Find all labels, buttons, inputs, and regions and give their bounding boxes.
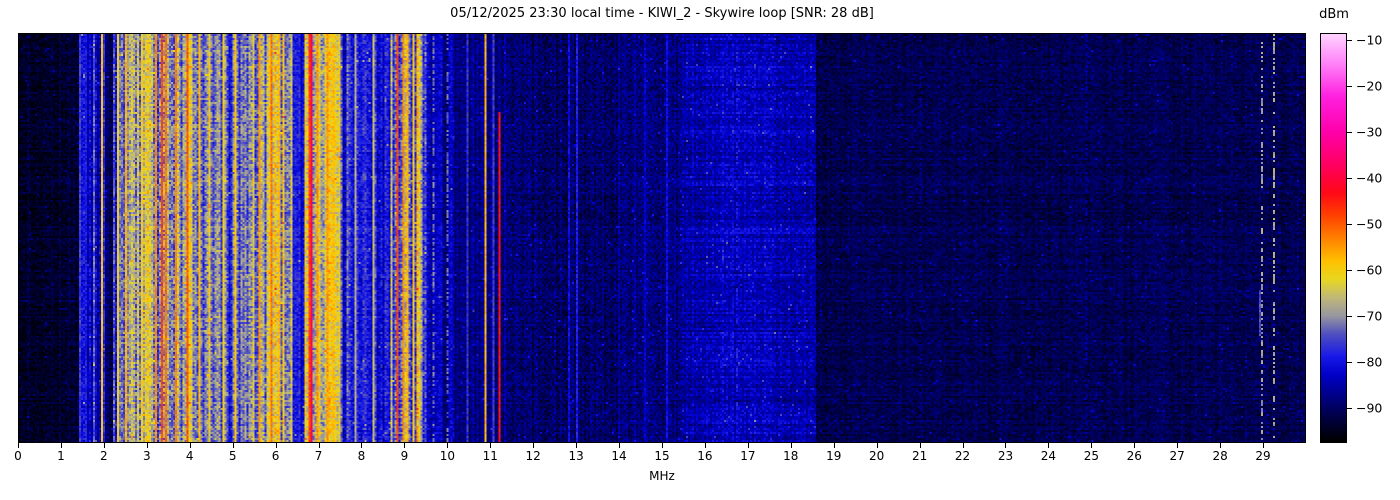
- colorbar-tick-label: −30: [1356, 124, 1383, 140]
- x-tick: [790, 443, 792, 448]
- x-tick: [1220, 443, 1222, 448]
- x-tick-label: 6: [271, 449, 280, 463]
- x-tick-label: 15: [654, 449, 670, 463]
- x-tick-label: 29: [1255, 449, 1271, 463]
- x-tick: [447, 443, 449, 448]
- x-tick-label: 20: [869, 449, 885, 463]
- x-tick-label: 16: [697, 449, 713, 463]
- x-axis-label: MHz: [649, 469, 675, 483]
- colorbar-label: dBm: [1319, 7, 1349, 22]
- x-tick-label: 22: [954, 449, 971, 463]
- x-tick-label: 21: [911, 449, 928, 463]
- plot-frame: [18, 33, 1306, 443]
- x-tick-label: 24: [1040, 449, 1057, 463]
- x-tick-label: 5: [228, 449, 237, 463]
- spectrogram-figure: 05/12/2025 23:30 local time - KIWI_2 - S…: [0, 0, 1400, 500]
- colorbar-tick-label: −50: [1356, 216, 1383, 232]
- x-tick-label: 17: [740, 449, 756, 463]
- x-tick: [232, 443, 234, 448]
- x-tick-label: 8: [357, 449, 366, 463]
- colorbar-tick: [1347, 39, 1352, 41]
- x-tick-label: 1: [57, 449, 65, 463]
- x-tick: [1134, 443, 1136, 448]
- colorbar-tick-label: −70: [1356, 308, 1383, 324]
- x-tick: [1177, 443, 1179, 448]
- x-tick: [404, 443, 406, 448]
- x-tick-label: 27: [1169, 449, 1185, 463]
- x-tick-label: 11: [482, 449, 498, 463]
- x-tick-label: 25: [1083, 449, 1099, 463]
- colorbar: [1320, 33, 1347, 443]
- x-tick-label: 7: [314, 449, 323, 463]
- x-tick-label: 23: [997, 449, 1014, 463]
- colorbar-tick: [1347, 85, 1352, 87]
- x-tick-label: 18: [783, 449, 799, 463]
- x-tick: [876, 443, 878, 448]
- x-tick: [60, 443, 62, 448]
- x-tick: [533, 443, 535, 448]
- x-tick-label: 14: [611, 449, 627, 463]
- x-tick: [962, 443, 964, 448]
- colorbar-tick: [1347, 408, 1352, 410]
- x-tick-label: 19: [826, 449, 842, 463]
- colorbar-tick: [1347, 270, 1352, 272]
- colorbar-tick: [1347, 132, 1352, 134]
- x-tick: [490, 443, 492, 448]
- x-tick-label: 3: [142, 449, 151, 463]
- x-tick-label: 4: [185, 449, 194, 463]
- x-tick: [1091, 443, 1093, 448]
- colorbar-tick: [1347, 224, 1352, 226]
- x-tick: [146, 443, 148, 448]
- x-tick: [1005, 443, 1007, 448]
- x-tick-label: 9: [400, 449, 409, 463]
- chart-title: 05/12/2025 23:30 local time - KIWI_2 - S…: [450, 6, 874, 21]
- x-tick: [275, 443, 277, 448]
- x-tick: [576, 443, 578, 448]
- x-tick: [18, 443, 19, 448]
- x-tick: [1048, 443, 1050, 448]
- x-tick: [747, 443, 749, 448]
- colorbar-tick-label: −90: [1356, 400, 1383, 416]
- x-tick-label: 0: [14, 449, 22, 463]
- x-tick-label: 12: [525, 449, 541, 463]
- x-tick: [361, 443, 363, 448]
- colorbar-tick-label: −10: [1356, 32, 1383, 48]
- colorbar-tick-label: −40: [1356, 170, 1383, 186]
- x-tick: [704, 443, 706, 448]
- x-tick: [919, 443, 921, 448]
- x-tick: [189, 443, 191, 448]
- colorbar-tick: [1347, 178, 1352, 180]
- x-tick: [662, 443, 663, 448]
- colorbar-tick: [1347, 316, 1352, 318]
- x-tick-label: 26: [1126, 449, 1142, 463]
- x-tick-label: 13: [568, 449, 584, 463]
- colorbar-tick-label: −80: [1356, 354, 1383, 370]
- colorbar-tick-label: −20: [1356, 78, 1383, 94]
- x-tick: [1263, 443, 1265, 448]
- colorbar-tick: [1347, 362, 1352, 364]
- x-tick-label: 2: [100, 449, 108, 463]
- x-tick-label: 28: [1212, 449, 1228, 463]
- x-tick: [619, 443, 621, 448]
- colorbar-tick-label: −60: [1356, 262, 1383, 278]
- colorbar-gradient: [1321, 34, 1346, 442]
- x-tick: [833, 443, 835, 448]
- x-tick-label: 10: [439, 449, 455, 463]
- spectrogram-canvas: [19, 34, 1305, 442]
- x-tick: [318, 443, 320, 448]
- x-tick: [103, 443, 105, 448]
